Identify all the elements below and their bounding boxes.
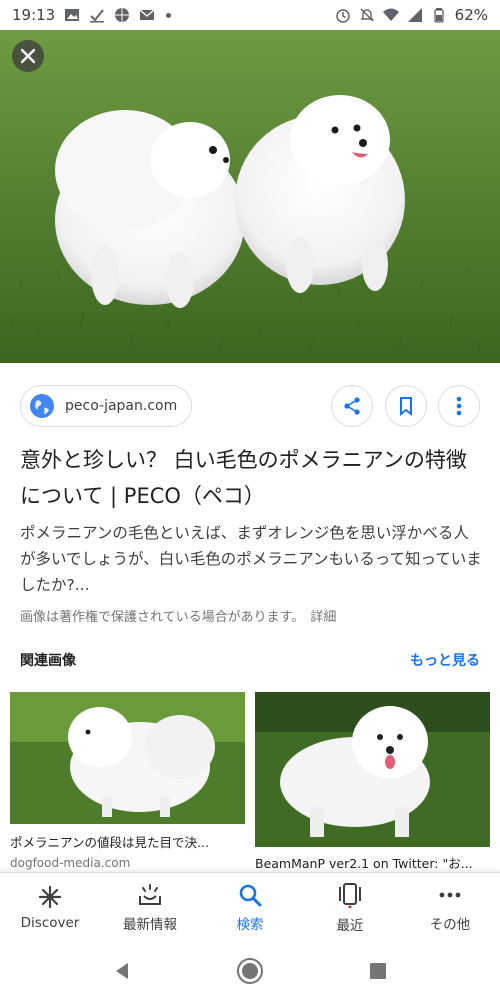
bookmark-button[interactable]	[385, 385, 427, 427]
globe-icon	[30, 394, 54, 418]
more-vert-icon	[456, 396, 462, 416]
wifi-icon	[382, 8, 399, 21]
share-button[interactable]	[331, 385, 373, 427]
related-header: 関連画像	[20, 653, 76, 669]
image-icon	[65, 9, 80, 21]
see-more-link[interactable]: もっと見る	[410, 650, 480, 670]
share-icon	[344, 397, 360, 415]
copyright-text: 画像は著作権で保護されている場合があります。	[20, 610, 305, 625]
nav-discover[interactable]: Discover	[0, 873, 100, 942]
source-chip[interactable]: peco-japan.com	[20, 385, 193, 427]
nav-search[interactable]: 検索	[200, 873, 300, 942]
nav-label: 検索	[236, 916, 264, 933]
nav-label: 最新情報	[123, 916, 177, 933]
related-card[interactable]: ポメラニアンの値段は見た目で決... dogfood-media.com	[10, 692, 245, 870]
close-icon	[20, 48, 36, 64]
home-icon[interactable]	[236, 957, 264, 985]
detail-link[interactable]: 詳細	[310, 610, 336, 625]
result-title[interactable]: 意外と珍しい？ 白い毛色のポメラニアンの特徴について | PECO（ペコ）	[20, 442, 480, 514]
more-dots-icon	[439, 892, 461, 897]
copyright-notice: 画像は著作権で保護されている場合があります。 詳細	[20, 606, 336, 625]
related-image	[255, 692, 490, 847]
nav-more[interactable]: その他	[400, 873, 500, 942]
close-button[interactable]	[12, 40, 44, 72]
recents-icon[interactable]	[368, 961, 388, 981]
bottom-navigation: Discover 最新情報 検索 最近 その他	[0, 872, 500, 942]
nav-label: その他	[429, 916, 471, 933]
pomeranian-photo	[0, 30, 500, 363]
back-icon[interactable]	[112, 961, 132, 981]
related-caption: ポメラニアンの値段は見た目で決...	[10, 835, 209, 850]
nav-label: Discover	[20, 914, 80, 931]
more-options-button[interactable]	[438, 385, 480, 427]
nav-updates[interactable]: 最新情報	[100, 873, 200, 942]
related-source: dogfood-media.com	[10, 856, 131, 870]
status-bar: 19:13 62%	[0, 0, 500, 30]
result-description: ポメラニアンの毛色といえば、まずオレンジ色を思い浮かべる人が多いでしょうが、白い…	[20, 524, 482, 594]
related-image	[10, 692, 245, 824]
nav-recent[interactable]: 最近	[300, 873, 400, 942]
asterisk-icon	[38, 885, 62, 908]
signal-icon	[407, 8, 422, 22]
search-icon	[239, 884, 262, 906]
check-icon	[90, 9, 105, 23]
notification-dot-icon	[166, 12, 172, 18]
battery-percent: 62%	[454, 6, 488, 24]
related-caption: BeamManP ver2.1 on Twitter: "お...	[255, 856, 473, 871]
source-domain: peco-japan.com	[65, 398, 178, 414]
basketball-icon	[115, 8, 130, 22]
alarm-icon	[335, 9, 350, 23]
status-time: 19:13	[12, 6, 56, 24]
system-navigation	[0, 942, 500, 1000]
related-card[interactable]: BeamManP ver2.1 on Twitter: "お...	[255, 692, 490, 872]
nav-label: 最近	[336, 917, 364, 934]
mute-bell-icon	[359, 8, 374, 22]
recent-icon	[339, 882, 361, 908]
updates-icon	[139, 883, 161, 905]
bookmark-icon	[400, 397, 412, 416]
battery-icon	[434, 8, 444, 23]
hero-image[interactable]	[0, 30, 500, 363]
mail-icon	[139, 9, 155, 20]
